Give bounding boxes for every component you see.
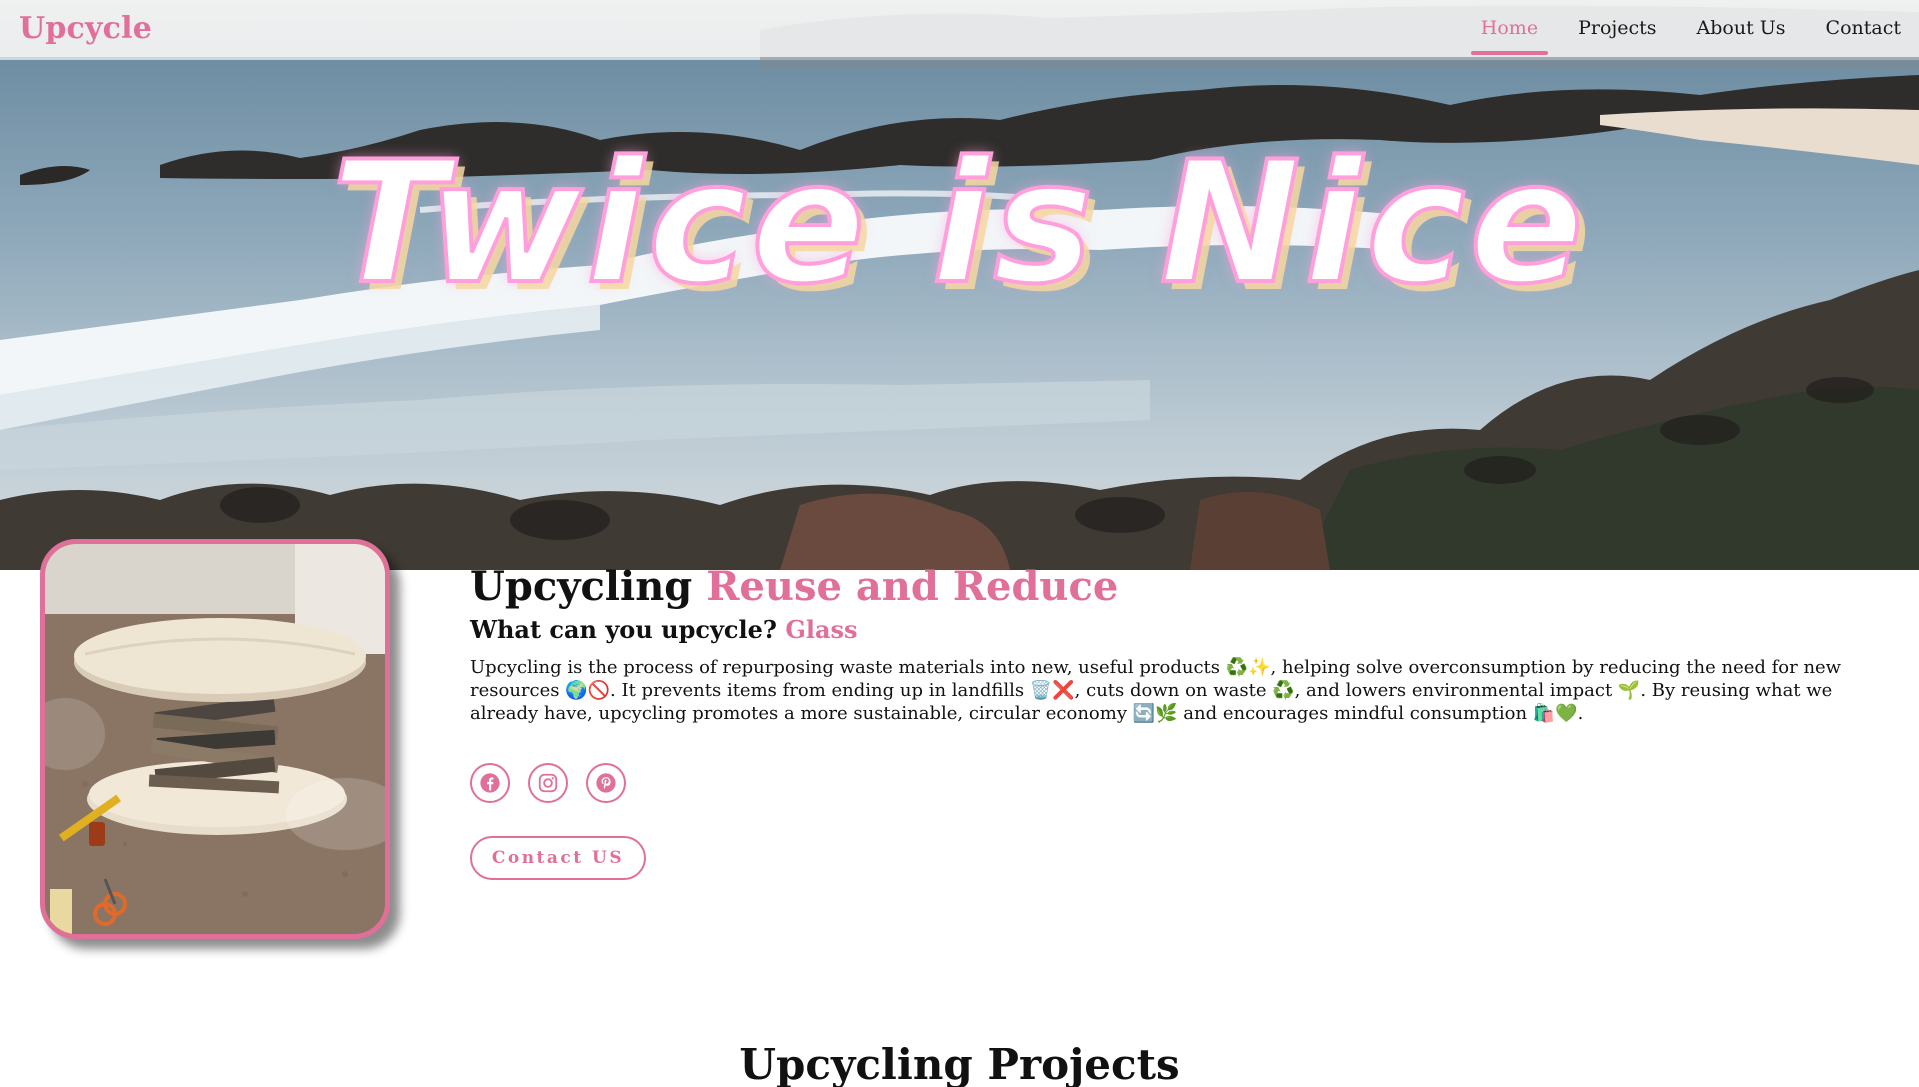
about-section: Upcycling Reuse and Reduce What can you … xyxy=(470,562,1900,880)
headline-prefix: Upcycling xyxy=(470,563,693,610)
about-subhead: What can you upcycle? Glass xyxy=(470,614,1900,646)
instagram-icon xyxy=(538,773,558,793)
instagram-link[interactable] xyxy=(528,763,568,803)
about-headline: Upcycling Reuse and Reduce xyxy=(470,562,1900,612)
subhead-prefix: What can you upcycle? xyxy=(470,615,777,644)
pinterest-icon xyxy=(596,773,616,793)
headline-accent: Reuse and Reduce xyxy=(706,563,1119,610)
nav-link-about-us[interactable]: About Us xyxy=(1677,0,1806,57)
about-description: Upcycling is the process of repurposing … xyxy=(470,657,1842,724)
social-links xyxy=(470,763,1900,803)
profile-image xyxy=(40,539,390,939)
hero-banner: Twice is Nice xyxy=(0,0,1919,570)
navbar: Upcycle Home Projects About Us Contact xyxy=(0,0,1919,57)
subhead-accent: Glass xyxy=(785,615,858,644)
nav-link-contact[interactable]: Contact xyxy=(1806,0,1901,57)
nav-link-home[interactable]: Home xyxy=(1461,0,1558,57)
facebook-link[interactable] xyxy=(470,763,510,803)
projects-heading: Upcycling Projects xyxy=(739,1040,1180,1087)
upcycled-table-photo xyxy=(45,544,385,934)
facebook-icon xyxy=(480,773,500,793)
brand-logo[interactable]: Upcycle xyxy=(19,11,152,46)
hero-title: Twice is Nice xyxy=(329,123,1588,323)
contact-us-button[interactable]: Contact US xyxy=(470,836,646,880)
nav-link-projects[interactable]: Projects xyxy=(1558,0,1676,57)
main-nav: Home Projects About Us Contact xyxy=(1461,0,1901,57)
pinterest-link[interactable] xyxy=(586,763,626,803)
